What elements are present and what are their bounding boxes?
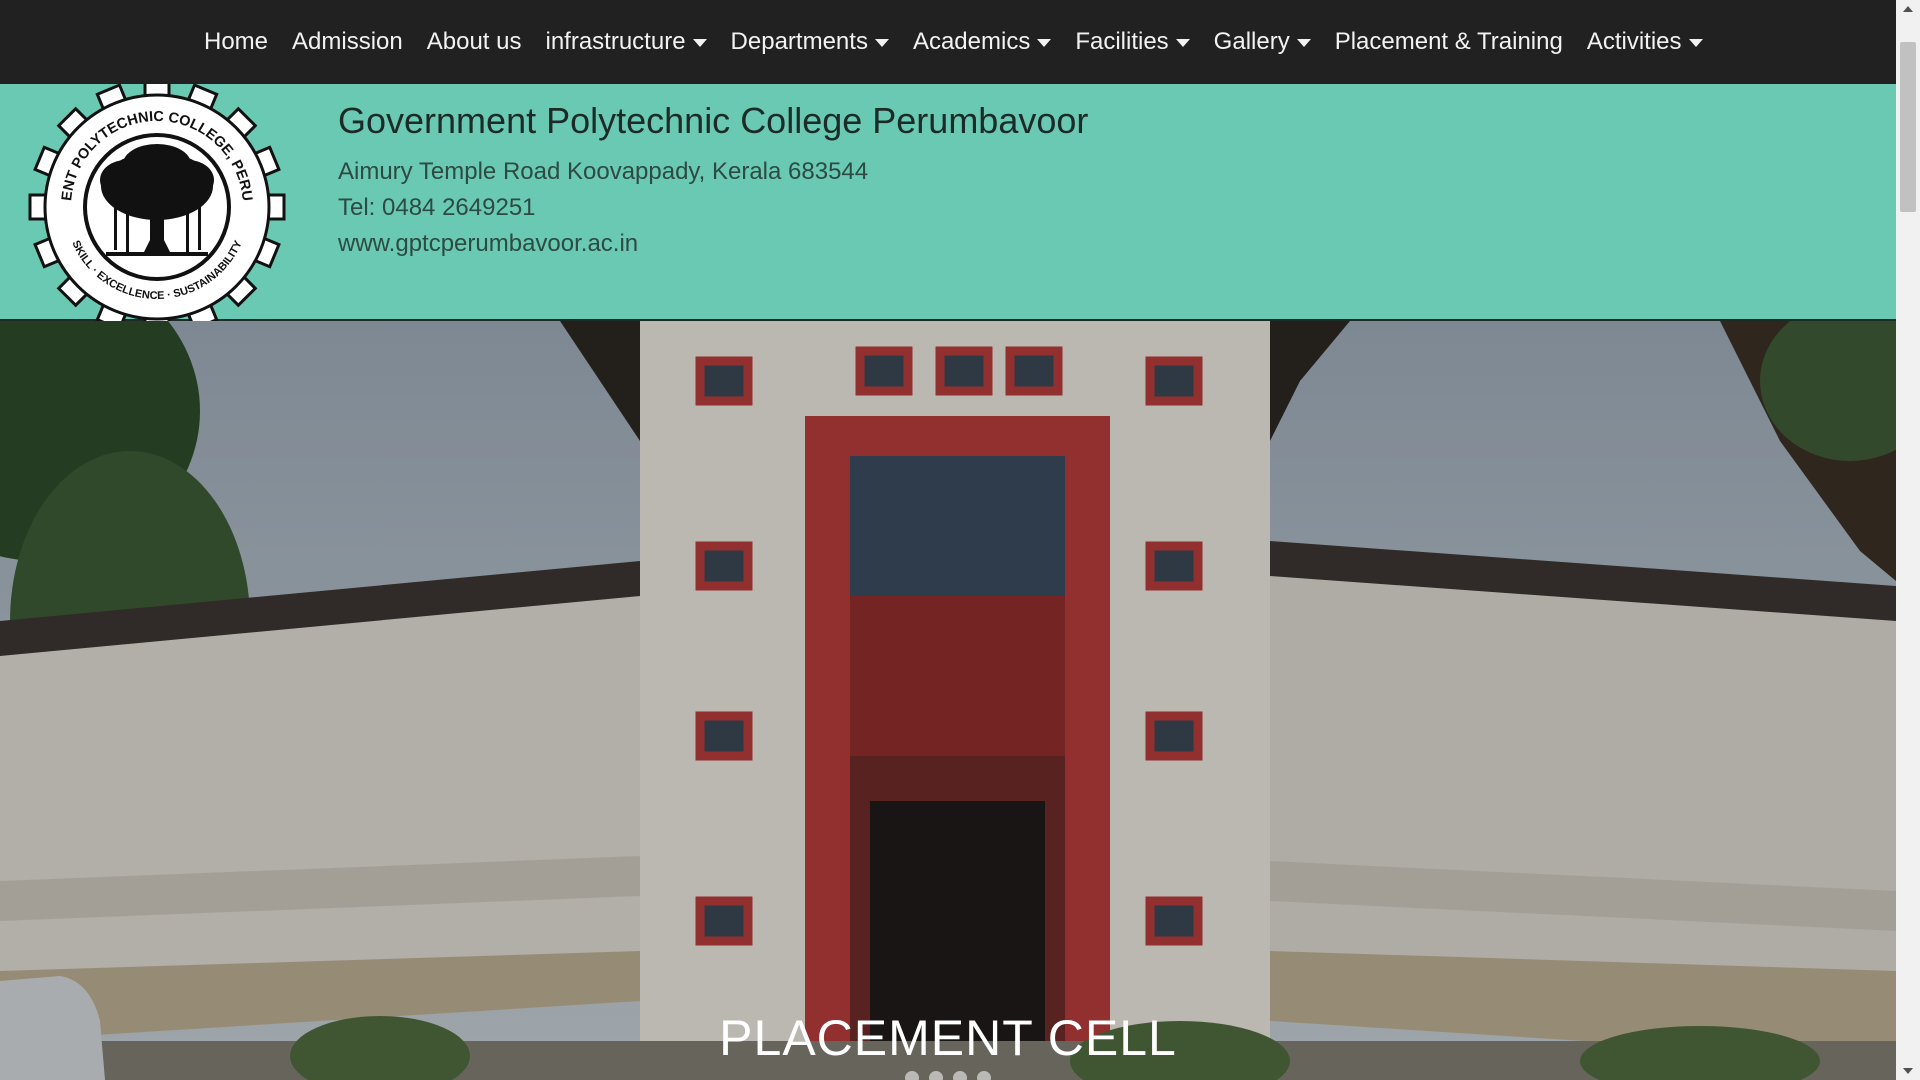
nav-item-placement-training[interactable]: Placement & Training — [1323, 0, 1575, 84]
top-navbar: Home Admission About us infrastructure D… — [0, 0, 1896, 84]
nav-item-activities[interactable]: Activities — [1575, 0, 1715, 84]
college-logo[interactable]: GOVERNMENT POLYTECHNIC COLLEGE, PERUMBAV… — [26, 76, 288, 338]
nav-item-infrastructure[interactable]: infrastructure — [533, 0, 718, 84]
caret-down-icon — [874, 39, 889, 47]
nav-item-label: Facilities — [1075, 28, 1169, 55]
nav-item-facilities[interactable]: Facilities — [1063, 0, 1201, 84]
caret-down-icon — [1037, 39, 1052, 47]
college-website[interactable]: www.gptcperumbavoor.ac.in — [338, 230, 638, 258]
college-address: Aimury Temple Road Koovappady, Kerala 68… — [338, 158, 869, 185]
nav-item-label: Academics — [912, 28, 1031, 55]
nav-item-label: About us — [426, 28, 522, 55]
nav-item-admission[interactable]: Admission — [280, 0, 415, 84]
caret-down-icon — [1296, 39, 1311, 47]
nav-item-home[interactable]: Home — [192, 0, 280, 84]
college-header: GOVERNMENT POLYTECHNIC COLLEGE, PERUMBAV… — [0, 76, 1896, 336]
carousel-dot[interactable] — [977, 1071, 991, 1080]
nav-item-gallery[interactable]: Gallery — [1202, 0, 1323, 84]
page-scrollbar[interactable] — [1896, 0, 1920, 1080]
nav-item-label: infrastructure — [545, 28, 686, 55]
nav-item-label: Home — [204, 28, 269, 55]
college-phone: Tel: 0484 2649251 — [338, 194, 536, 221]
carousel-dot[interactable] — [953, 1071, 967, 1080]
college-name: Government Polytechnic College Perumbavo… — [338, 100, 1089, 141]
nav-item-departments[interactable]: Departments — [719, 0, 901, 84]
nav-item-label: Gallery — [1213, 28, 1290, 55]
nav-item-label: Admission — [292, 28, 403, 55]
carousel-dot[interactable] — [929, 1071, 943, 1080]
hero-carousel[interactable]: PLACEMENT CELL — [0, 321, 1896, 1080]
scrollbar-thumb[interactable] — [1900, 42, 1916, 212]
nav-menu: Home Admission About us infrastructure D… — [192, 0, 1715, 84]
caret-down-icon — [1688, 39, 1703, 47]
carousel-dot[interactable] — [905, 1071, 919, 1080]
nav-item-label: Activities — [1586, 28, 1682, 55]
hero-caption: PLACEMENT CELL — [719, 1010, 1177, 1066]
nav-item-academics[interactable]: Academics — [901, 0, 1063, 84]
caret-down-icon — [1175, 39, 1190, 47]
hero-building-image — [0, 321, 1896, 1080]
scroll-up-arrow-icon[interactable] — [1903, 6, 1913, 12]
nav-item-label: Departments — [730, 28, 868, 55]
scroll-down-arrow-icon[interactable] — [1903, 1068, 1913, 1074]
caret-down-icon — [692, 39, 707, 47]
nav-item-label: Placement & Training — [1334, 28, 1563, 55]
carousel-indicators — [0, 1071, 1896, 1080]
nav-item-about-us[interactable]: About us — [415, 0, 534, 84]
